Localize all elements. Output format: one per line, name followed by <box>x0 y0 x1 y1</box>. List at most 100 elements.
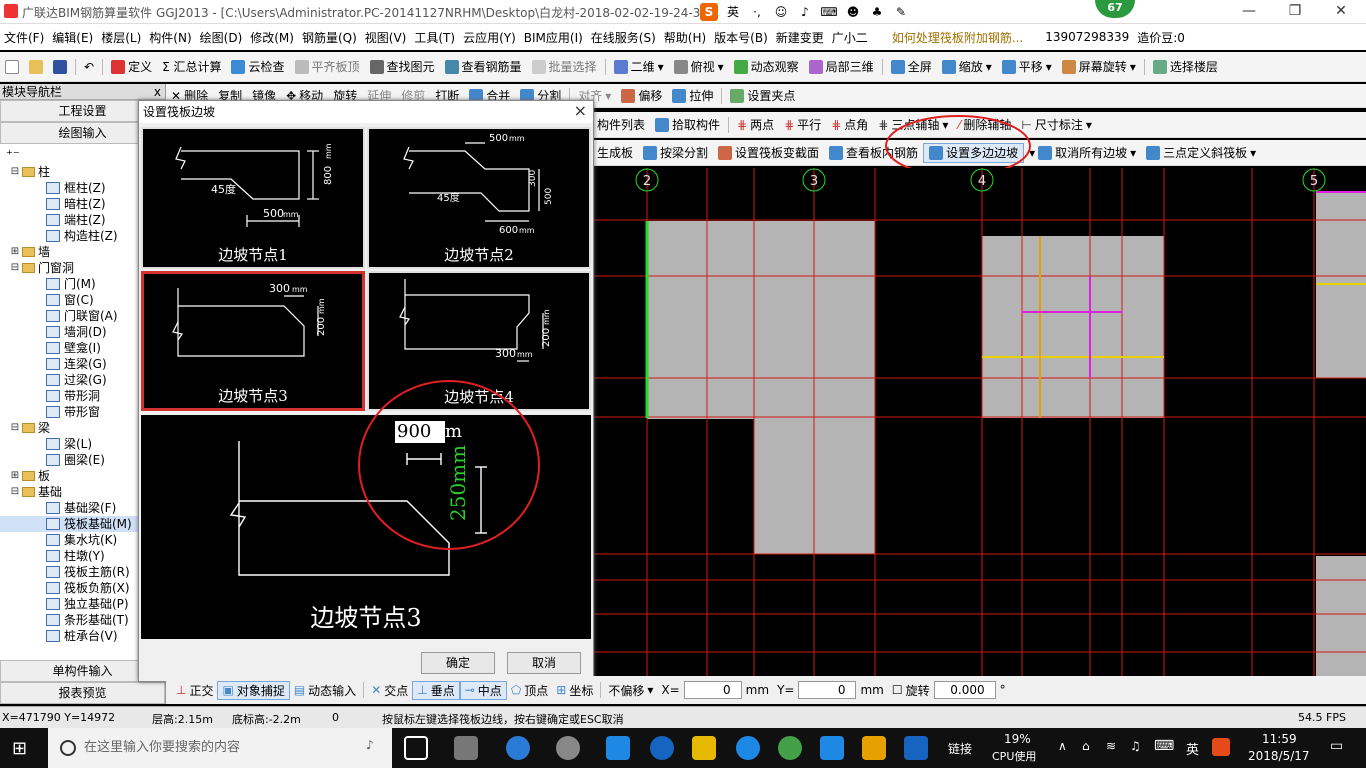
expand-icon[interactable]: ⊟ <box>10 484 20 500</box>
mic-icon[interactable]: ♪ <box>796 3 814 21</box>
nav-pin-icon[interactable]: ⅹ <box>154 84 165 100</box>
folder-icon[interactable] <box>692 736 716 760</box>
keyboard-tray-icon[interactable]: ⌨ <box>1154 738 1174 754</box>
windows-start-icon[interactable]: ⊞ <box>12 738 27 759</box>
menu-cloud[interactable]: 云应用(Y) <box>459 29 520 46</box>
menu-new-change[interactable]: 新建变更 <box>772 29 828 46</box>
menu-view[interactable]: 视图(V) <box>361 29 411 46</box>
menu-version[interactable]: 版本号(B) <box>710 29 772 46</box>
screen-rotate-dropdown[interactable]: 屏幕旋转 ▾ <box>1057 57 1141 77</box>
top-view-dropdown[interactable]: 俯视 ▾ <box>669 57 729 77</box>
grip-button[interactable]: 设置夹点 <box>725 86 800 106</box>
network-icon[interactable]: ⌂ <box>1082 739 1090 753</box>
view-2d-dropdown[interactable]: 二维 ▾ <box>609 57 669 77</box>
sogou-icon[interactable]: S <box>700 3 718 21</box>
edge-icon[interactable] <box>606 736 630 760</box>
ie2-icon[interactable] <box>650 736 674 760</box>
shirt-icon[interactable]: ♣ <box>868 3 886 21</box>
tray-chevron-icon[interactable]: ∧ <box>1058 739 1067 753</box>
close-button[interactable]: ✕ <box>1318 0 1364 24</box>
x-input[interactable]: 0 <box>683 681 742 699</box>
active-app-icon[interactable] <box>820 736 844 760</box>
snap-midpoint[interactable]: ⊸ 中点 <box>459 680 507 700</box>
new-file-button[interactable] <box>0 57 24 77</box>
keyboard-icon[interactable]: ⌨ <box>820 3 838 21</box>
view-rebar-button[interactable]: 查看钢筋量 <box>440 57 527 77</box>
open-file-button[interactable] <box>24 57 48 77</box>
ortho-toggle[interactable]: ⊥ 正交 <box>166 682 217 699</box>
ie-icon[interactable] <box>506 736 530 760</box>
parallel-button[interactable]: ⋕ 平行 <box>779 115 826 135</box>
menu-draw[interactable]: 绘图(D) <box>196 29 247 46</box>
cloud-check-button[interactable]: 云检查 <box>226 57 289 77</box>
rotate-input[interactable]: 0.000 <box>933 681 996 699</box>
two-point-button[interactable]: ⋕ 两点 <box>732 115 779 135</box>
notes-app-icon[interactable] <box>862 736 886 760</box>
snap-perpendicular[interactable]: ⊥ 垂点 <box>412 680 460 700</box>
menu-file[interactable]: 文件(F) <box>0 29 48 46</box>
menu-component[interactable]: 构件(N) <box>145 29 195 46</box>
wifi-icon[interactable]: ≋ <box>1106 739 1116 753</box>
ok-button[interactable]: 确定 <box>421 652 495 674</box>
menu-bim[interactable]: BIM应用(I) <box>520 29 587 46</box>
save-button[interactable] <box>48 57 72 77</box>
snap-vertex[interactable]: ⬠ 顶点 <box>507 682 552 699</box>
fan-app-icon[interactable] <box>454 736 478 760</box>
component-list-button[interactable]: 构件列表 <box>592 115 650 135</box>
notification-badge[interactable]: 67 <box>1095 0 1135 18</box>
generate-slab-button[interactable]: 生成板 <box>592 143 638 163</box>
variable-section-button[interactable]: 设置筏板变截面 <box>713 143 824 163</box>
expand-icon[interactable]: ⊟ <box>10 260 20 276</box>
snap-intersection[interactable]: ✕ 交点 <box>367 682 412 699</box>
fullscreen-button[interactable]: 全屏 <box>886 57 937 77</box>
pick-component-button[interactable]: 拾取构件 <box>650 115 725 135</box>
taskbar-search[interactable]: 在这里输入你要搜索的内容 <box>48 728 392 768</box>
emoji-icon[interactable]: ☺ <box>772 3 790 21</box>
dialog-close-icon[interactable]: × <box>574 101 587 120</box>
pan-dropdown[interactable]: 平移 ▾ <box>997 57 1057 77</box>
menu-help[interactable]: 帮助(H) <box>660 29 710 46</box>
restore-button[interactable]: ❐ <box>1272 0 1318 24</box>
menu-tools[interactable]: 工具(T) <box>410 29 459 46</box>
menu-phone[interactable]: 13907298339 <box>1027 30 1133 44</box>
menu-tip-link[interactable]: 如何处理筏板附加钢筋... <box>872 29 1027 46</box>
tray-lang[interactable]: 英 <box>1186 739 1199 758</box>
point-angle-button[interactable]: ⋕ 点角 <box>826 115 873 135</box>
offset-button[interactable]: 偏移 <box>616 86 667 106</box>
select-floor-button[interactable]: 选择楼层 <box>1148 57 1223 77</box>
menu-guangxiaoer[interactable]: 广小二 <box>828 29 872 46</box>
y-input[interactable]: 0 <box>798 681 857 699</box>
menu-cost-beans[interactable]: 造价豆:0 <box>1133 29 1189 46</box>
define-button[interactable]: 定义 <box>106 57 157 77</box>
offset-dropdown[interactable]: 不偏移 ▾ <box>604 682 657 699</box>
dynamic-input-toggle[interactable]: ▤ 动态输入 <box>290 682 360 699</box>
menu-rebar[interactable]: 钢筋量(Q) <box>298 29 361 46</box>
ime-toolbar[interactable]: S 英 ·, ☺ ♪ ⌨ ☻ ♣ ✎ <box>700 2 910 22</box>
find-element-button[interactable]: 查找图元 <box>365 57 440 77</box>
wrench-icon[interactable]: ✎ <box>892 3 910 21</box>
menu-floor[interactable]: 楼层(L) <box>97 29 145 46</box>
expand-icon[interactable]: ⊞ <box>10 468 20 484</box>
browser-icon[interactable] <box>556 736 580 760</box>
slope-node-1[interactable]: 45度 500 mm 800 mm 边坡节点1 <box>141 127 365 269</box>
batch-select-button[interactable]: 批量选择 <box>527 57 602 77</box>
drawing-canvas[interactable]: 2 3 4 5 <box>592 168 1366 676</box>
slope-node-2[interactable]: 500 mm 45度 600 mm 300 500 边坡节点2 <box>367 127 591 269</box>
menu-edit[interactable]: 编辑(E) <box>48 29 97 46</box>
stretch-button[interactable]: 拉伸 <box>667 86 718 106</box>
menu-online[interactable]: 在线服务(S) <box>587 29 660 46</box>
minimize-button[interactable]: — <box>1226 0 1272 24</box>
menu-modify[interactable]: 修改(M) <box>246 29 298 46</box>
slope-node-3[interactable]: 300 mm 200 mm 边坡节点3 <box>141 271 365 411</box>
punct-icon[interactable]: ·, <box>748 3 766 21</box>
expand-icon[interactable]: ⊞ <box>10 244 20 260</box>
snap-coordinate[interactable]: ⊞ 坐标 <box>552 682 597 699</box>
expand-icon[interactable]: ⊟ <box>10 164 20 180</box>
volume-icon[interactable]: ♫ <box>1130 739 1141 753</box>
zoom-dropdown[interactable]: 缩放 ▾ <box>937 57 997 77</box>
cancel-all-slope-dropdown[interactable]: ▾ 取消所有边坡 ▾ <box>1024 143 1141 163</box>
clock-time[interactable]: 11:59 <box>1262 732 1297 746</box>
task-view-icon[interactable] <box>404 736 428 760</box>
dynamic-view-button[interactable]: 动态观察 <box>729 57 804 77</box>
rotate-checkbox[interactable]: ☐ 旋转 <box>888 682 934 699</box>
